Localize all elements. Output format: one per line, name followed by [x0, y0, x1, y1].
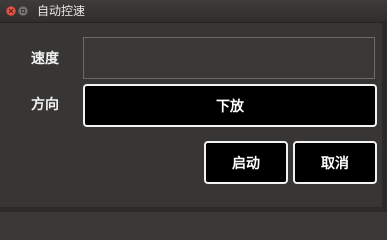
speed-label: 速度: [31, 51, 59, 67]
window-title: 自动控速: [37, 4, 86, 18]
window-bottom-edge: [0, 207, 387, 212]
speed-input[interactable]: [83, 37, 375, 79]
start-button-label: 启动: [232, 155, 260, 172]
window-edge: [382, 23, 387, 212]
minimize-button[interactable]: [18, 6, 28, 16]
direction-label: 方向: [31, 97, 59, 113]
cancel-button[interactable]: 取消: [293, 141, 377, 184]
close-button[interactable]: [6, 6, 16, 16]
cancel-button-label: 取消: [321, 155, 349, 172]
minimize-icon: [21, 9, 25, 13]
dialog-window: 自动控速 速度 方向 下放 启动 取消: [0, 0, 387, 212]
direction-button[interactable]: 下放: [83, 84, 377, 127]
direction-button-label: 下放: [216, 98, 244, 115]
title-bar[interactable]: 自动控速: [0, 0, 387, 23]
close-icon: [8, 8, 14, 14]
start-button[interactable]: 启动: [204, 141, 288, 184]
